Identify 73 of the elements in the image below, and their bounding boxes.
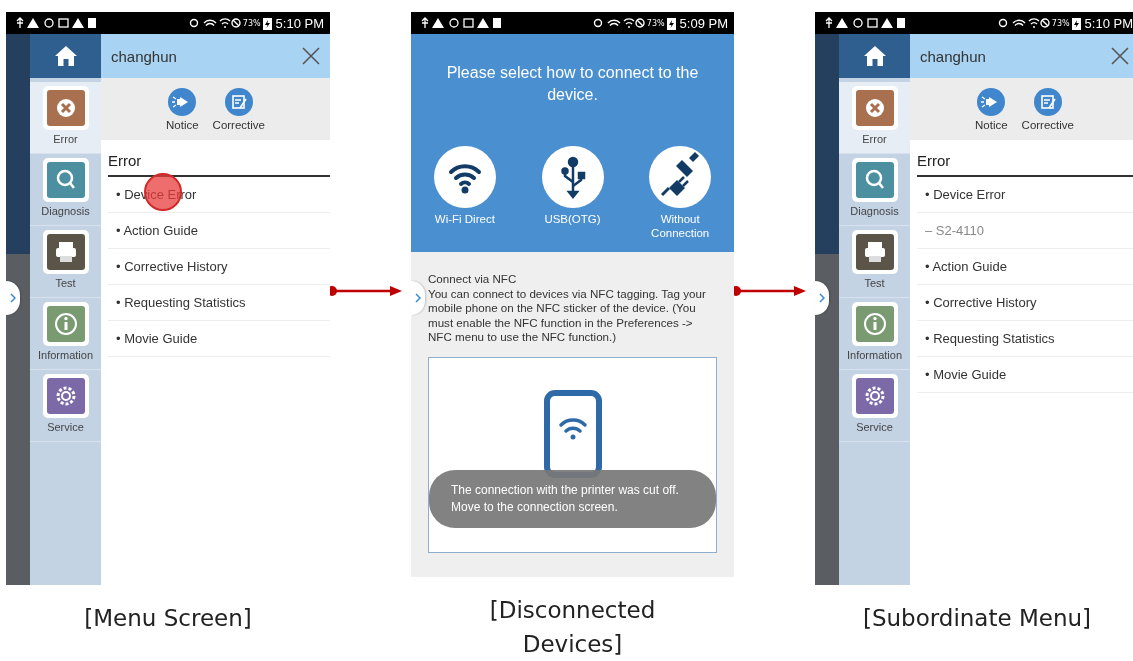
sidebar-item[interactable]: Service bbox=[30, 370, 101, 442]
error-x-icon bbox=[855, 90, 894, 126]
screen-caption: [Menu Screen] bbox=[83, 604, 253, 633]
info-icon bbox=[855, 306, 894, 342]
menu-item[interactable]: • Requesting Statistics bbox=[917, 321, 1133, 357]
menu-item[interactable]: • Action Guide bbox=[917, 249, 1133, 285]
menu-item[interactable]: • Device Error bbox=[917, 177, 1133, 213]
info-icon bbox=[46, 306, 85, 342]
sidebar-item[interactable]: Information bbox=[839, 298, 910, 370]
error-x-icon bbox=[46, 90, 85, 126]
home-button[interactable] bbox=[30, 34, 101, 78]
battery-icon bbox=[666, 16, 676, 30]
clock-time: 5:10 PM bbox=[1084, 15, 1133, 31]
sidebar-item[interactable]: Diagnosis bbox=[30, 154, 101, 226]
close-icon[interactable] bbox=[302, 47, 320, 65]
nfc-instructions: You can connect to devices via NFC tagging. Tag your mobile phone on the NFC sticker of the device. (You must enable the NFC function in the Preferences -> NFC menu to use the NFC function.) bbox=[428, 286, 707, 345]
clock-time: 5:09 PM bbox=[679, 15, 728, 31]
note-pen-icon bbox=[224, 87, 253, 116]
battery-percent: 73% bbox=[242, 18, 261, 28]
sidebar-item[interactable]: Test bbox=[30, 226, 101, 298]
action-button[interactable]: Notice bbox=[975, 87, 1008, 131]
home-icon bbox=[862, 45, 887, 67]
usb-icon bbox=[541, 146, 604, 208]
wifi-icon bbox=[433, 146, 496, 208]
close-icon[interactable] bbox=[1111, 47, 1129, 65]
chevron-right-icon bbox=[415, 293, 421, 303]
action-button[interactable]: Corrective bbox=[212, 87, 265, 131]
menu-item[interactable]: • Corrective History bbox=[917, 285, 1133, 321]
battery-percent: 73% bbox=[646, 18, 665, 28]
sidebar-item[interactable]: Test bbox=[839, 226, 910, 298]
menu-item[interactable]: • Movie Guide bbox=[917, 357, 1133, 393]
screen-caption: [Disconnected Devices] bbox=[488, 596, 657, 659]
signal-icons-drawing bbox=[188, 17, 241, 29]
action-button[interactable]: Notice bbox=[166, 87, 199, 131]
signal-icons-drawing bbox=[997, 17, 1050, 29]
magnifier-icon bbox=[855, 162, 894, 198]
sidebar-item[interactable]: Error bbox=[839, 82, 910, 154]
section-heading: Error bbox=[917, 140, 1133, 177]
screen-caption: [Subordinate Menu] bbox=[861, 604, 1093, 633]
menu-item[interactable]: • Movie Guide bbox=[108, 321, 330, 357]
plug-icon bbox=[649, 146, 712, 208]
toast-message: The connection with the printer was cut off. Move to the connection screen. bbox=[429, 469, 716, 528]
signal-icons-drawing bbox=[592, 17, 645, 29]
menu-item[interactable]: • Action Guide bbox=[108, 213, 330, 249]
user-name: changhun bbox=[920, 47, 986, 65]
action-button[interactable]: Corrective bbox=[1021, 87, 1074, 131]
magnifier-icon bbox=[46, 162, 85, 198]
sidebar-item[interactable]: Diagnosis bbox=[839, 154, 910, 226]
chevron-right-icon bbox=[10, 293, 16, 303]
home-button[interactable] bbox=[839, 34, 910, 78]
megaphone-icon bbox=[168, 87, 197, 116]
sidebar-item[interactable]: Information bbox=[30, 298, 101, 370]
gear-icon bbox=[855, 378, 894, 414]
sidebar-item[interactable]: Service bbox=[839, 370, 910, 442]
note-pen-icon bbox=[1033, 87, 1062, 116]
menu-item[interactable]: • Requesting Statistics bbox=[108, 285, 330, 321]
battery-percent: 73% bbox=[1051, 18, 1070, 28]
drawer-handle[interactable] bbox=[411, 281, 425, 315]
gear-icon bbox=[46, 378, 85, 414]
clock-time: 5:10 PM bbox=[275, 15, 324, 31]
sidebar-item[interactable]: Error bbox=[30, 82, 101, 154]
printer-icon bbox=[855, 234, 894, 270]
connect-title: Please select how to connect to the device. bbox=[445, 63, 700, 105]
nfc-heading: Connect via NFC bbox=[428, 272, 518, 287]
printer-icon bbox=[46, 234, 85, 270]
menu-item[interactable]: – S2-4110 bbox=[917, 213, 1133, 249]
battery-icon bbox=[1071, 16, 1081, 30]
home-icon bbox=[53, 45, 78, 67]
menu-item[interactable]: • Corrective History bbox=[108, 249, 330, 285]
megaphone-icon bbox=[977, 87, 1006, 116]
user-name: changhun bbox=[111, 47, 177, 65]
chevron-right-icon bbox=[819, 293, 825, 303]
battery-icon bbox=[262, 16, 272, 30]
